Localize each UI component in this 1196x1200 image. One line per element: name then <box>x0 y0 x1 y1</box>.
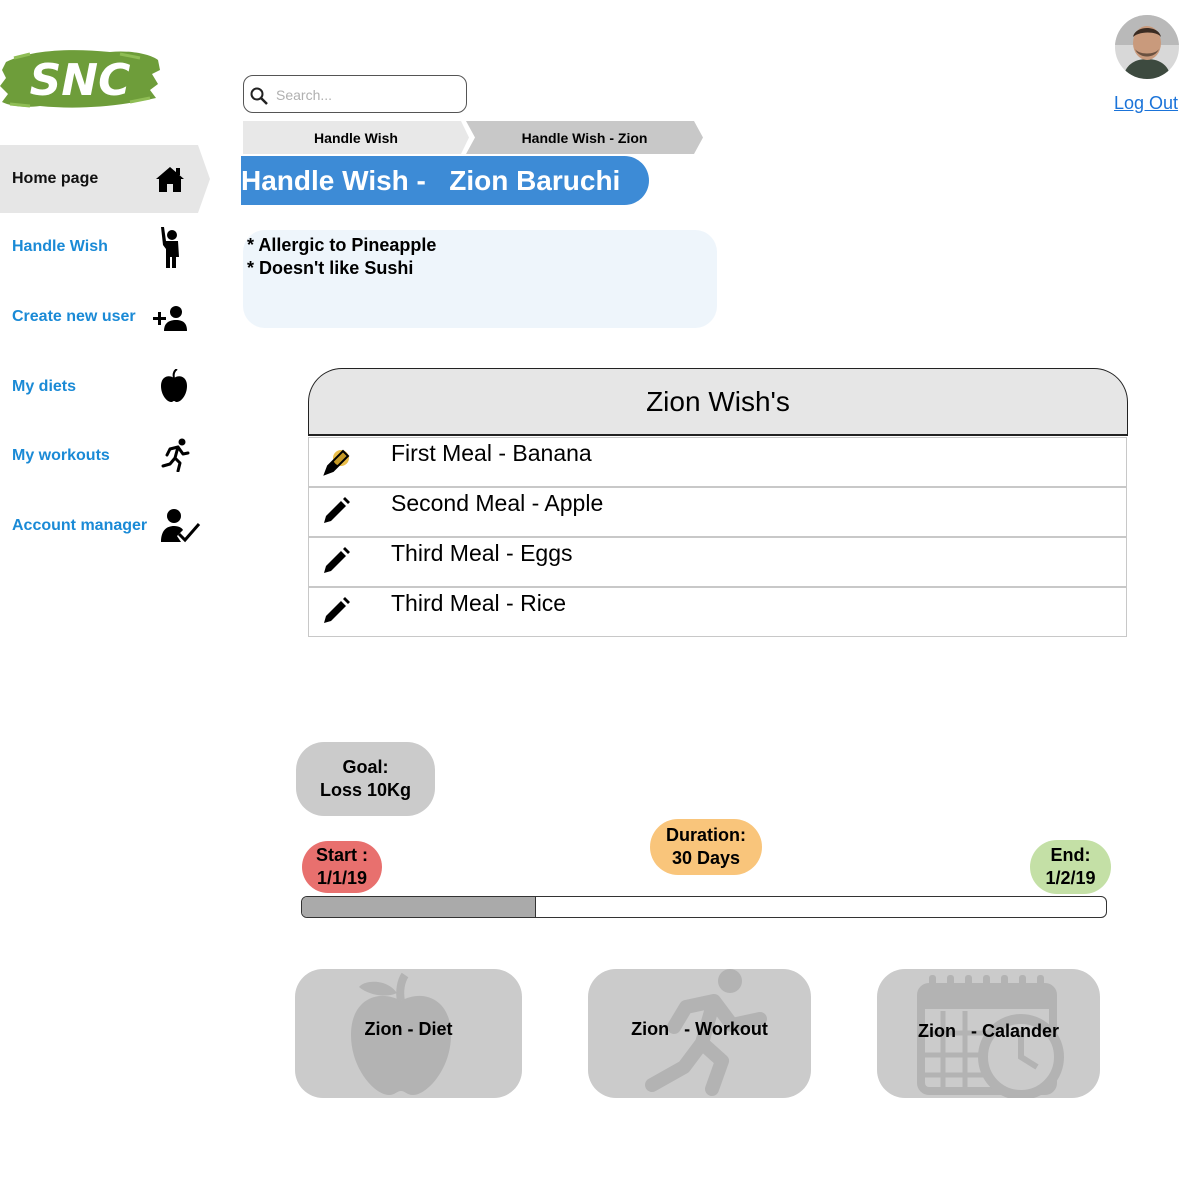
wish-row[interactable]: Third Meal - Rice <box>308 587 1127 637</box>
duration-badge: Duration: 30 Days <box>650 819 762 875</box>
snc-logo[interactable]: SNC <box>0 40 162 112</box>
add-user-icon <box>153 306 187 331</box>
start-date-badge: Start : 1/1/19 <box>302 841 382 893</box>
note-line: * Doesn't like Sushi <box>247 258 414 278</box>
sidebar-item-label: My diets <box>12 378 77 395</box>
sidebar-item-my-workouts[interactable]: My workouts <box>0 422 210 490</box>
note-line: * Allergic to Pineapple <box>247 235 437 255</box>
client-notes: * Allergic to Pineapple * Doesn't like S… <box>243 230 717 328</box>
sidebar-item-create-new-user[interactable]: Create new user <box>0 283 210 351</box>
start-label: Start : <box>315 845 368 865</box>
wish-text: Third Meal - Eggs <box>391 540 573 566</box>
pencil-icon[interactable] <box>321 546 351 576</box>
avatar[interactable] <box>1115 15 1179 79</box>
sidebar-item-label: My workouts <box>12 447 110 464</box>
calendar-card[interactable]: Zion - Calander <box>877 969 1100 1098</box>
sidebar-item-account-manager[interactable]: Account manager <box>0 492 210 560</box>
sidebar-item-label: Create new user <box>12 308 136 325</box>
wish-table-header: Zion Wish's <box>308 368 1128 436</box>
sidebar-item-label: Handle Wish <box>12 238 108 255</box>
wish-text: Second Meal - Apple <box>391 490 604 516</box>
pencil-icon[interactable] <box>321 446 353 478</box>
logout-link[interactable]: Log Out <box>1114 93 1178 114</box>
goal-badge: Goal: Loss 10Kg <box>296 742 435 816</box>
sidebar-item-home-page[interactable]: Home page <box>0 145 210 213</box>
breadcrumb-label: Handle Wish - Zion <box>521 129 648 146</box>
goal-value: Loss 10Kg <box>319 780 412 800</box>
user-check-icon <box>161 509 201 543</box>
breadcrumb-item-handle-wish-zion[interactable]: Handle Wish - Zion <box>466 121 703 154</box>
search-input[interactable] <box>274 84 458 106</box>
search-icon <box>250 87 268 105</box>
sidebar-item-label: Account manager <box>12 517 148 534</box>
end-date-badge: End: 1/2/19 <box>1030 840 1111 894</box>
pencil-icon[interactable] <box>321 596 351 626</box>
breadcrumb-item-handle-wish[interactable]: Handle Wish <box>243 121 469 154</box>
diet-card-label: Zion - Diet <box>364 1019 453 1039</box>
progress-bar <box>301 896 1107 918</box>
running-person-icon <box>161 438 190 472</box>
wish-table-title: Zion Wish's <box>646 385 790 417</box>
pencil-icon[interactable] <box>321 496 351 526</box>
sidebar-item-label: Home page <box>12 170 99 187</box>
logo-text: SNC <box>30 55 131 106</box>
breadcrumb-label: Handle Wish <box>314 129 398 146</box>
duration-value: 30 Days <box>671 848 741 868</box>
page-title: Handle Wish - Zion Baruchi <box>241 156 649 205</box>
wish-text: First Meal - Banana <box>391 440 592 466</box>
diet-card[interactable]: Zion - Diet <box>295 969 522 1098</box>
goal-label: Goal: <box>342 757 389 777</box>
wish-row[interactable]: First Meal - Banana <box>308 437 1127 487</box>
start-date: 1/1/19 <box>316 868 368 888</box>
end-label: End: <box>1050 845 1091 865</box>
page-title-text: Handle Wish - Zion Baruchi <box>241 164 621 196</box>
search-box[interactable] <box>243 75 467 113</box>
end-date: 1/2/19 <box>1045 868 1096 888</box>
wish-text: Third Meal - Rice <box>391 590 567 616</box>
calendar-card-label: Zion - Calander <box>917 1021 1059 1041</box>
sidebar-item-handle-wish[interactable]: Handle Wish <box>0 213 210 281</box>
apple-icon <box>161 369 187 402</box>
duration-label: Duration: <box>666 825 746 845</box>
workout-card-label: Zion - Workout <box>631 1019 768 1039</box>
wish-row[interactable]: Second Meal - Apple <box>308 487 1127 537</box>
wish-row[interactable]: Third Meal - Eggs <box>308 537 1127 587</box>
progress-fill <box>302 897 537 917</box>
logo-brush-icon: SNC <box>0 50 160 108</box>
workout-card[interactable]: Zion - Workout <box>588 969 811 1098</box>
sidebar-item-my-diets[interactable]: My diets <box>0 353 210 421</box>
raised-hand-person-icon <box>161 227 179 268</box>
user-avatar-icon <box>1115 15 1179 79</box>
home-icon <box>156 167 184 192</box>
